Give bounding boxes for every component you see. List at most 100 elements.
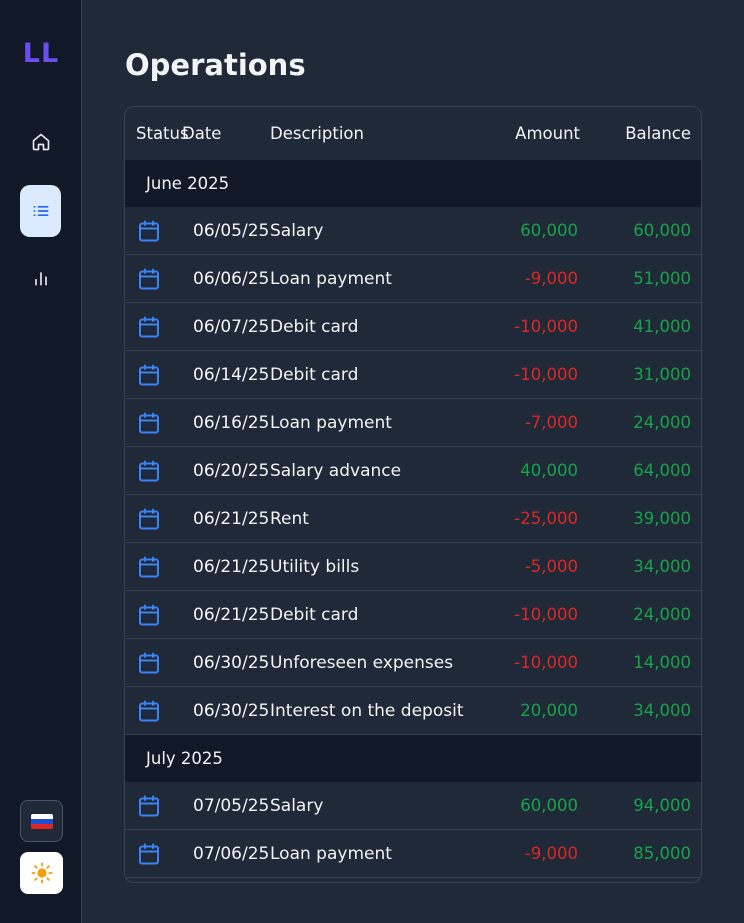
header-date: Date bbox=[182, 124, 222, 143]
status-cell bbox=[125, 219, 182, 243]
calendar-icon bbox=[139, 508, 159, 529]
description-cell: Loan payment bbox=[270, 412, 392, 433]
description-cell: Utility bills bbox=[270, 556, 360, 577]
calendar-icon bbox=[139, 268, 159, 289]
table-row[interactable]: 06/21/25 Debit card -10,000 24,000 bbox=[125, 591, 701, 639]
table-row[interactable]: 07/05/25 Salary 60,000 94,000 bbox=[125, 782, 701, 830]
balance-cell: 39,000 bbox=[633, 509, 691, 528]
home-icon bbox=[32, 133, 49, 151]
balance-cell: 34,000 bbox=[633, 701, 691, 720]
status-cell bbox=[125, 603, 182, 627]
status-cell bbox=[125, 411, 182, 435]
status-cell bbox=[125, 267, 182, 291]
date-cell: 06/05/25 bbox=[193, 220, 270, 241]
description-cell: Loan payment bbox=[270, 268, 392, 289]
table-row[interactable]: 06/05/25 Salary 60,000 60,000 bbox=[125, 207, 701, 255]
table-row[interactable]: 06/14/25 Debit card -10,000 31,000 bbox=[125, 351, 701, 399]
calendar-icon bbox=[139, 364, 159, 385]
flag-russia-icon bbox=[30, 813, 53, 829]
header-amount: Amount bbox=[515, 124, 580, 143]
calendar-icon bbox=[139, 652, 159, 673]
date-cell: 07/06/25 bbox=[193, 843, 270, 864]
header-description: Description bbox=[270, 124, 364, 143]
table-row[interactable]: 06/07/25 Debit card -10,000 41,000 bbox=[125, 303, 701, 351]
table-row[interactable]: 06/16/25 Loan payment -7,000 24,000 bbox=[125, 399, 701, 447]
description-cell: Interest on the deposit bbox=[270, 700, 464, 721]
description-cell: Salary bbox=[270, 220, 324, 241]
status-cell bbox=[125, 651, 182, 675]
description-cell: Rent bbox=[270, 508, 309, 529]
amount-cell: -25,000 bbox=[514, 509, 578, 528]
calendar-icon bbox=[139, 412, 159, 433]
month-group-header: July 2025 bbox=[125, 735, 701, 782]
calendar-icon bbox=[139, 795, 159, 816]
calendar-icon bbox=[139, 316, 159, 337]
status-cell bbox=[125, 699, 182, 723]
table-row[interactable]: 06/21/25 Rent -25,000 39,000 bbox=[125, 495, 701, 543]
amount-cell: -5,000 bbox=[524, 557, 578, 576]
balance-cell: 60,000 bbox=[633, 221, 691, 240]
amount-cell: 60,000 bbox=[520, 796, 578, 815]
table-row[interactable]: 06/21/25 Utility bills -5,000 34,000 bbox=[125, 543, 701, 591]
sun-icon bbox=[30, 862, 53, 884]
date-cell: 06/06/25 bbox=[193, 268, 270, 289]
amount-cell: 60,000 bbox=[520, 221, 578, 240]
table-row[interactable]: 07/06/25 Loan payment -9,000 85,000 bbox=[125, 830, 701, 878]
table-row[interactable]: 06/30/25 Interest on the deposit 20,000 34,… bbox=[125, 687, 701, 735]
operations-table: Status Date Description Amount Balance J… bbox=[124, 106, 702, 883]
description-cell: Debit card bbox=[270, 316, 359, 337]
table-row[interactable]: 06/30/25 Unforeseen expenses -10,000 14,000 bbox=[125, 639, 701, 687]
balance-cell: 34,000 bbox=[633, 557, 691, 576]
balance-cell: 14,000 bbox=[633, 653, 691, 672]
date-cell: 06/20/25 bbox=[193, 460, 270, 481]
table-body: June 2025 06/05/25 Salary 60,000 60,000 06/06… bbox=[125, 160, 701, 878]
table-header: Status Date Description Amount Balance bbox=[125, 107, 701, 160]
amount-cell: 40,000 bbox=[520, 461, 578, 480]
amount-cell: -10,000 bbox=[514, 605, 578, 624]
sidebar-item-operations[interactable] bbox=[20, 185, 61, 237]
balance-cell: 64,000 bbox=[633, 461, 691, 480]
calendar-icon bbox=[139, 220, 159, 241]
language-button[interactable] bbox=[20, 800, 63, 842]
description-cell: Loan payment bbox=[270, 843, 392, 864]
balance-cell: 31,000 bbox=[633, 365, 691, 384]
app-logo[interactable]: LL bbox=[0, 38, 82, 69]
amount-cell: -9,000 bbox=[524, 844, 578, 863]
amount-cell: -9,000 bbox=[524, 269, 578, 288]
date-cell: 06/16/25 bbox=[193, 412, 270, 433]
sidebar: LL bbox=[0, 0, 82, 923]
header-balance: Balance bbox=[625, 124, 691, 143]
sidebar-item-home[interactable] bbox=[20, 116, 61, 168]
status-cell bbox=[125, 459, 182, 483]
table-row[interactable]: 06/06/25 Loan payment -9,000 51,000 bbox=[125, 255, 701, 303]
amount-cell: -7,000 bbox=[524, 413, 578, 432]
table-row[interactable]: 06/20/25 Salary advance 40,000 64,000 bbox=[125, 447, 701, 495]
theme-toggle-button[interactable] bbox=[20, 852, 63, 894]
date-cell: 06/30/25 bbox=[193, 700, 270, 721]
sidebar-item-statistics[interactable] bbox=[20, 252, 61, 304]
status-cell bbox=[125, 507, 182, 531]
month-group-header: June 2025 bbox=[125, 160, 701, 207]
balance-cell: 51,000 bbox=[633, 269, 691, 288]
page-title: Operations bbox=[125, 48, 306, 82]
calendar-icon bbox=[139, 700, 159, 721]
balance-cell: 24,000 bbox=[633, 413, 691, 432]
status-cell bbox=[125, 315, 182, 339]
header-status: Status bbox=[136, 124, 189, 143]
status-cell bbox=[125, 794, 182, 818]
bar-chart-icon bbox=[34, 272, 47, 286]
date-cell: 06/30/25 bbox=[193, 652, 270, 673]
main-content: Operations Status Date Description Amoun… bbox=[82, 0, 744, 923]
description-cell: Salary advance bbox=[270, 460, 402, 481]
amount-cell: -10,000 bbox=[514, 365, 578, 384]
description-cell: Unforeseen expenses bbox=[270, 652, 454, 673]
calendar-icon bbox=[139, 460, 159, 481]
date-cell: 06/21/25 bbox=[193, 604, 270, 625]
date-cell: 06/07/25 bbox=[193, 316, 270, 337]
balance-cell: 41,000 bbox=[633, 317, 691, 336]
description-cell: Salary bbox=[270, 795, 324, 816]
date-cell: 07/05/25 bbox=[193, 795, 270, 816]
balance-cell: 94,000 bbox=[633, 796, 691, 815]
description-cell: Debit card bbox=[270, 364, 359, 385]
balance-cell: 24,000 bbox=[633, 605, 691, 624]
